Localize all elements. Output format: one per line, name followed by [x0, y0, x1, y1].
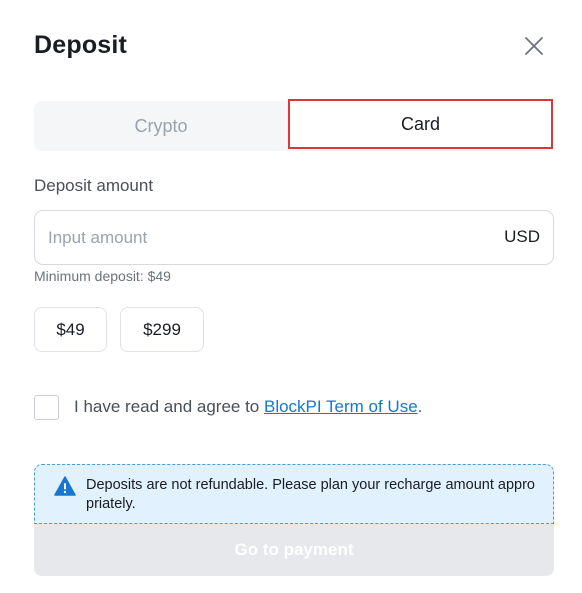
- quick-amount-button-49[interactable]: $49: [34, 307, 107, 352]
- notice-text: Deposits are not refundable. Please plan…: [86, 477, 535, 512]
- terms-suffix: .: [417, 397, 423, 416]
- refund-notice: Deposits are not refundable. Please plan…: [34, 464, 554, 524]
- tab-crypto[interactable]: Crypto: [34, 101, 288, 151]
- terms-agreement-text: I have read and agree to BlockPI Term of…: [74, 397, 422, 417]
- tab-card[interactable]: Card: [288, 99, 553, 149]
- deposit-amount-label: Deposit amount: [34, 176, 154, 195]
- terms-checkbox[interactable]: [34, 395, 59, 420]
- amount-field: USD: [34, 210, 554, 265]
- currency-label: USD: [504, 227, 540, 246]
- terms-prefix: I have read and agree to: [74, 397, 264, 416]
- payment-method-tabs: Crypto Card: [34, 99, 553, 151]
- go-to-payment-button[interactable]: Go to payment: [34, 524, 554, 576]
- terms-link[interactable]: BlockPI Term of Use: [264, 397, 418, 416]
- close-icon[interactable]: [523, 35, 545, 57]
- quick-amount-button-299[interactable]: $299: [120, 307, 204, 352]
- minimum-deposit-note: Minimum deposit: $49: [34, 268, 171, 284]
- warning-icon: [54, 476, 76, 496]
- page-title: Deposit: [34, 31, 128, 59]
- amount-input[interactable]: [48, 211, 488, 264]
